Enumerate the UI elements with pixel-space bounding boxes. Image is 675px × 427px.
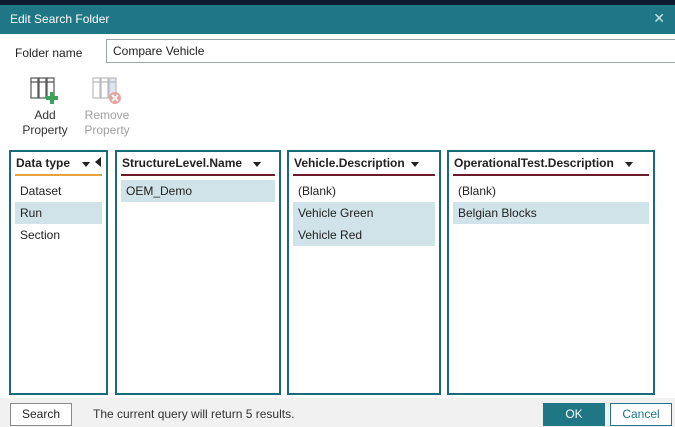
- remove-property-icon: [92, 77, 121, 104]
- list-item[interactable]: Run: [15, 202, 102, 224]
- sort-arrow-icon: [253, 162, 261, 167]
- edit-search-folder-dialog: Edit Search Folder ✕ Folder name Add Pro…: [0, 5, 675, 427]
- panel-header[interactable]: OperationalTest.Description: [449, 152, 653, 174]
- panel-list: (Blank) Vehicle Green Vehicle Red: [293, 180, 435, 246]
- panel-vehicle-description: Vehicle.Description (Blank) Vehicle Gree…: [287, 150, 441, 395]
- remove-property-button[interactable]: Remove Property: [80, 75, 134, 138]
- list-item[interactable]: Dataset: [15, 180, 102, 202]
- header-underline: [293, 174, 435, 176]
- folder-name-input[interactable]: [106, 39, 675, 63]
- cancel-button[interactable]: Cancel: [610, 403, 672, 426]
- header-underline: [15, 174, 102, 176]
- panel-list: OEM_Demo: [121, 180, 275, 202]
- panel-operationaltest-description: OperationalTest.Description (Blank) Belg…: [447, 150, 655, 395]
- remove-property-label: Remove Property: [84, 108, 130, 137]
- header-underline: [121, 174, 275, 176]
- title-bar: Edit Search Folder ✕: [0, 5, 675, 34]
- add-property-label: Add Property: [22, 108, 68, 137]
- close-icon[interactable]: ✕: [653, 11, 665, 25]
- list-item[interactable]: (Blank): [453, 180, 649, 202]
- folder-name-label: Folder name: [15, 46, 83, 60]
- panel-list: Dataset Run Section: [15, 180, 102, 246]
- add-property-button[interactable]: Add Property: [18, 75, 72, 138]
- sort-arrow-icon: [625, 162, 633, 167]
- sort-arrow-icon: [82, 162, 90, 167]
- panel-header[interactable]: Data type: [11, 152, 106, 174]
- list-item[interactable]: Section: [15, 224, 102, 246]
- ok-button[interactable]: OK: [543, 403, 605, 426]
- list-item[interactable]: (Blank): [293, 180, 435, 202]
- query-status-text: The current query will return 5 results.: [93, 407, 295, 421]
- sort-arrow-icon: [411, 162, 419, 167]
- list-item[interactable]: Vehicle Red: [293, 224, 435, 246]
- dialog-title: Edit Search Folder: [10, 12, 110, 26]
- list-item[interactable]: Vehicle Green: [293, 202, 435, 224]
- list-item[interactable]: Belgian Blocks: [453, 202, 649, 224]
- panel-list: (Blank) Belgian Blocks: [453, 180, 649, 224]
- panel-header[interactable]: Vehicle.Description: [289, 152, 439, 174]
- search-button[interactable]: Search: [10, 403, 72, 426]
- collapse-arrow-icon[interactable]: [95, 157, 101, 167]
- header-underline: [453, 174, 649, 176]
- list-item[interactable]: OEM_Demo: [121, 180, 275, 202]
- footer-bar: Search The current query will return 5 r…: [0, 398, 675, 427]
- add-property-icon: [30, 77, 58, 104]
- panel-structurelevel-name: StructureLevel.Name OEM_Demo: [115, 150, 281, 395]
- panel-header[interactable]: StructureLevel.Name: [117, 152, 279, 174]
- panel-data-type: Data type Dataset Run Section: [9, 150, 108, 395]
